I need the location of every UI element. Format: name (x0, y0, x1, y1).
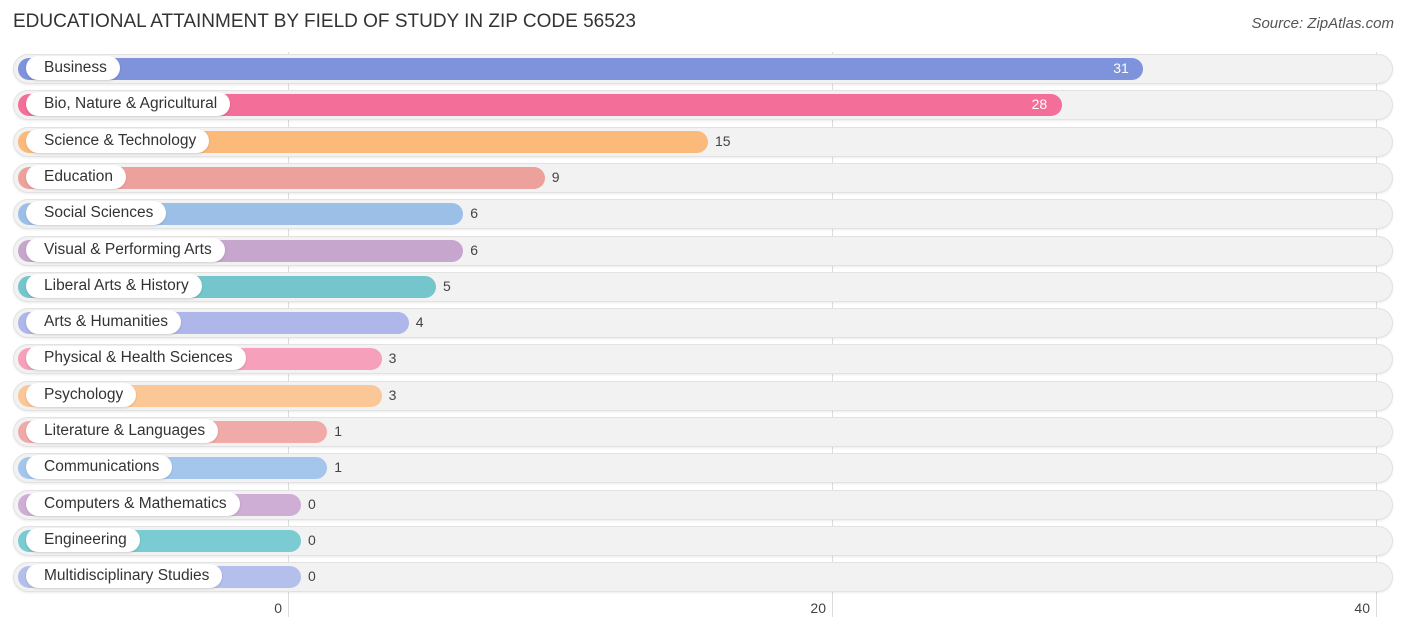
category-label: Science & Technology (26, 128, 210, 153)
x-tick-label: 20 (810, 600, 826, 616)
category-label: Computers & Mathematics (26, 491, 240, 516)
category-label: Education (26, 164, 126, 189)
bar-row: Social Sciences 6 (13, 199, 1393, 230)
category-label: Social Sciences (26, 201, 167, 226)
category-label: Business (26, 56, 120, 80)
value-label: 3 (388, 350, 397, 367)
category-label: Engineering (26, 527, 140, 552)
bar-row: Physical & Health Sciences 3 (13, 344, 1393, 375)
value-label: 6 (470, 205, 478, 222)
category-label: Psychology (26, 382, 137, 407)
bar-row: Science & Technology 15 (13, 126, 1393, 157)
category-label: Multidisciplinary Studies (26, 564, 223, 589)
value-label: 1 (334, 459, 342, 476)
category-label: Bio, Nature & Agricultural (26, 92, 231, 117)
bar-row: Arts & Humanities 4 (13, 308, 1393, 339)
bar-row: Psychology 3 (13, 380, 1393, 411)
bar-row: Literature & Languages 1 (13, 417, 1393, 447)
x-tick-label: 40 (1354, 600, 1370, 616)
category-label: Arts & Humanities (26, 310, 182, 335)
bar-row: Bio, Nature & Agricultural 28 (13, 90, 1393, 121)
value-label: 6 (470, 241, 478, 258)
value-label: 1 (334, 423, 342, 439)
value-label: 4 (415, 314, 424, 331)
value-label: 0 (308, 495, 316, 512)
value-label: 9 (551, 168, 560, 185)
bar-row: Education 9 (13, 162, 1393, 193)
bar[interactable] (18, 58, 1144, 80)
bar-row: Business 31 (13, 54, 1393, 84)
chart-title: EDUCATIONAL ATTAINMENT BY FIELD OF STUDY… (13, 11, 636, 32)
value-label: 0 (308, 531, 316, 548)
bar-row: Engineering 0 (13, 525, 1393, 556)
category-label: Liberal Arts & History (26, 273, 202, 298)
bar-row: Multidisciplinary Studies 0 (13, 562, 1393, 593)
bar-row: Computers & Mathematics 0 (13, 489, 1393, 520)
x-tick-label: 0 (274, 600, 282, 616)
category-label: Literature & Languages (26, 419, 219, 443)
value-label: 5 (443, 277, 451, 294)
value-label: 28 (1031, 96, 1048, 113)
category-label: Physical & Health Sciences (26, 346, 246, 371)
source-label: Source: ZipAtlas.com (1251, 15, 1394, 32)
bar-row: Liberal Arts & History 5 (13, 271, 1393, 302)
value-label: 0 (308, 568, 316, 585)
value-label: 3 (388, 386, 397, 403)
bar-row: Visual & Performing Arts 6 (13, 235, 1393, 266)
bar-row: Communications 1 (13, 453, 1393, 484)
value-label: 15 (715, 132, 731, 149)
value-label: 31 (1113, 60, 1129, 76)
category-label: Visual & Performing Arts (26, 237, 225, 262)
category-label: Communications (26, 455, 173, 480)
